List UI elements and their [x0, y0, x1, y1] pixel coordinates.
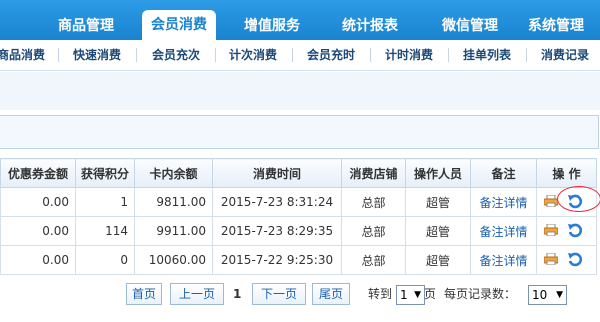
first-page-button[interactable]: 首页 [126, 283, 162, 305]
table-header-row: 优惠券金额 获得积分 卡内余额 消费时间 消费店铺 操作人员 备注 操 作 [0, 158, 597, 188]
points-cell: 1 [75, 187, 135, 217]
sub-consume-records[interactable]: 消费记录 [534, 40, 596, 70]
sub-quick-consume[interactable]: 快速消费 [66, 40, 128, 70]
table-row: 0.00 1 9811.00 2015-7-23 8:31:24 总部 超管 备… [0, 187, 597, 217]
highlight-circle [557, 186, 600, 212]
col-store: 消费店铺 [341, 158, 406, 188]
points-cell: 0 [75, 245, 135, 275]
col-time: 消费时间 [212, 158, 342, 188]
chevron-down-icon: ▼ [414, 290, 421, 300]
tab-system[interactable]: 系统管理 [528, 12, 600, 40]
sub-pending-list[interactable]: 挂单列表 [456, 40, 518, 70]
operator-cell: 超管 [405, 245, 471, 275]
divider [292, 48, 293, 62]
goto-page-value: 1 [400, 288, 408, 302]
sub-member-recharge-count[interactable]: 会员充次 [144, 40, 208, 70]
store-cell: 总部 [341, 187, 406, 217]
last-page-button[interactable]: 尾页 [312, 283, 350, 305]
divider [448, 48, 449, 62]
tab-reports[interactable]: 统计报表 [330, 12, 410, 40]
chevron-down-icon: ▼ [556, 290, 563, 300]
tab-wechat[interactable]: 微信管理 [430, 12, 510, 40]
sub-count-consume[interactable]: 计次消费 [222, 40, 284, 70]
points-cell: 114 [75, 216, 135, 246]
balance-cell: 9911.00 [134, 216, 213, 246]
sub-time-consume[interactable]: 计时消费 [378, 40, 440, 70]
store-cell: 总部 [341, 216, 406, 246]
divider [370, 48, 371, 62]
coupon-cell: 0.00 [0, 245, 76, 275]
col-actions: 操 作 [536, 158, 597, 188]
prev-page-button[interactable]: 上一页 [170, 283, 224, 305]
refresh-icon[interactable] [567, 251, 583, 267]
tab-member-consume[interactable]: 会员消费 [142, 10, 216, 40]
divider [215, 48, 216, 62]
time-cell: 2015-7-22 9:25:30 [212, 245, 342, 275]
col-points: 获得积分 [75, 158, 135, 188]
col-operator: 操作人员 [405, 158, 471, 188]
note-detail-link[interactable]: 备注详情 [470, 245, 537, 275]
actions-cell [536, 245, 597, 275]
col-balance: 卡内余额 [134, 158, 213, 188]
time-cell: 2015-7-23 8:29:35 [212, 216, 342, 246]
sub-goods-consume[interactable]: 商品消费 [0, 40, 48, 70]
note-detail-link[interactable]: 备注详情 [470, 216, 537, 246]
divider [58, 48, 59, 62]
page-unit-label: 页 [424, 287, 437, 301]
refresh-icon[interactable] [567, 222, 583, 238]
printer-icon[interactable] [544, 253, 558, 265]
actions-cell [536, 216, 597, 246]
note-detail-link[interactable]: 备注详情 [470, 187, 537, 217]
search-panel [0, 115, 599, 149]
goto-page-select[interactable]: 1 ▼ [396, 285, 425, 305]
table-row: 0.00 114 9911.00 2015-7-23 8:29:35 总部 超管… [0, 216, 597, 246]
per-page-value: 10 [532, 288, 548, 302]
records-table: 优惠券金额 获得积分 卡内余额 消费时间 消费店铺 操作人员 备注 操 作 0.… [0, 158, 597, 275]
toolbar-area [0, 72, 600, 110]
tab-value-added[interactable]: 增值服务 [232, 12, 312, 40]
operator-cell: 超管 [405, 216, 471, 246]
time-cell: 2015-7-23 8:31:24 [212, 187, 342, 217]
per-page-label: 每页记录数： [444, 287, 517, 301]
divider [526, 48, 527, 62]
balance-cell: 9811.00 [134, 187, 213, 217]
col-note: 备注 [470, 158, 537, 188]
goto-label: 转到 [368, 287, 393, 301]
sub-nav: 商品消费 快速消费 会员充次 计次消费 会员充时 计时消费 挂单列表 消费记录 [0, 40, 600, 71]
top-nav: 商品管理 会员消费 增值服务 统计报表 微信管理 系统管理 [0, 0, 600, 40]
next-page-button[interactable]: 下一页 [252, 283, 306, 305]
sub-member-recharge-time[interactable]: 会员充时 [300, 40, 362, 70]
per-page-select[interactable]: 10 ▼ [528, 285, 567, 305]
printer-icon[interactable] [544, 195, 558, 207]
current-page: 1 [233, 287, 242, 301]
printer-icon[interactable] [544, 224, 558, 236]
operator-cell: 超管 [405, 187, 471, 217]
table-row: 0.00 0 10060.00 2015-7-22 9:25:30 总部 超管 … [0, 245, 597, 275]
coupon-cell: 0.00 [0, 216, 76, 246]
divider [136, 48, 137, 62]
balance-cell: 10060.00 [134, 245, 213, 275]
coupon-cell: 0.00 [0, 187, 76, 217]
tab-goods[interactable]: 商品管理 [36, 12, 136, 40]
store-cell: 总部 [341, 245, 406, 275]
col-coupon-amount: 优惠券金额 [0, 158, 76, 188]
